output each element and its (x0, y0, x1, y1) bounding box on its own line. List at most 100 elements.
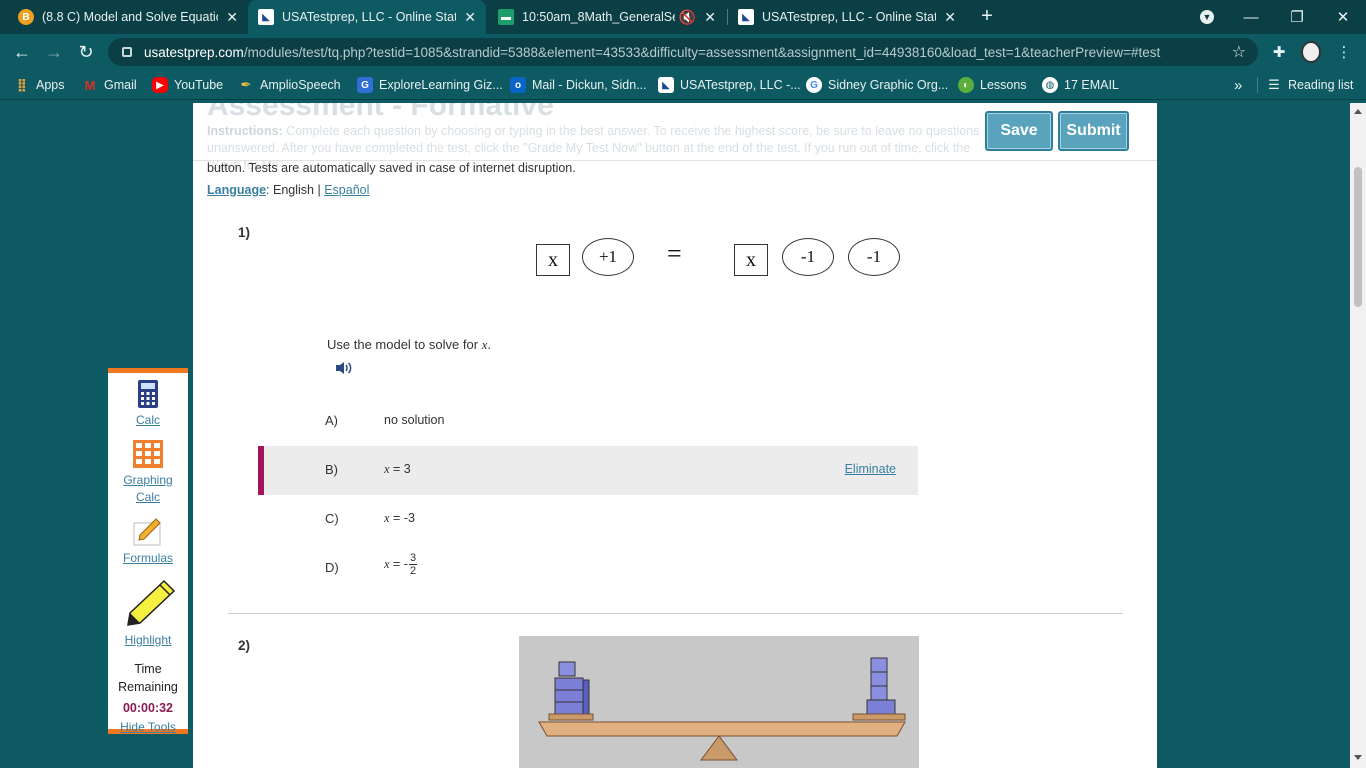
graphing-calculator-icon (133, 440, 163, 468)
fulcrum (700, 735, 738, 761)
close-tab-icon[interactable]: ✕ (944, 9, 956, 26)
choice-value: = - (389, 556, 408, 571)
eliminate-link[interactable]: Eliminate (845, 462, 896, 476)
equals-sign: = (667, 239, 682, 268)
choice-letter: C) (325, 511, 339, 526)
bookmark-sidney-graphic[interactable]: G Sidney Graphic Org... (806, 75, 948, 95)
formulas-label: Formulas (122, 551, 173, 565)
bookmark-ampliospeech[interactable]: ✒ AmplioSpeech (238, 75, 341, 95)
menu-kebab-icon[interactable]: ⋮ (1334, 42, 1354, 62)
usatestprep-favicon: ◣ (738, 9, 754, 25)
bookmarks-separator (1257, 77, 1258, 93)
language-current: English (273, 183, 314, 197)
tab-title: USATestprep, LLC - Online State- (282, 10, 457, 24)
choice-text: x = -3 (384, 511, 415, 526)
tab-title: USATestprep, LLC - Online State- (762, 10, 937, 24)
brainpop-favicon: B (18, 9, 34, 25)
unit-tile-negative: -1 (848, 238, 900, 276)
tab-title: 10:50am_8Math_GeneralSess (522, 10, 675, 24)
outlook-icon: o (510, 77, 526, 93)
bookmark-apps[interactable]: ⣿ Apps (14, 75, 65, 95)
language-separator: | (317, 183, 321, 197)
speaker-audio-icon[interactable] (334, 360, 354, 376)
choice-letter: B) (325, 462, 338, 477)
url-host: usatestprep.com (144, 44, 244, 60)
address-bar[interactable]: usatestprep.com/modules/test/tq.php?test… (108, 38, 1258, 66)
balance-beam (538, 721, 906, 737)
bookmark-mail[interactable]: o Mail - Dickun, Sidn... (510, 75, 647, 95)
youtube-icon: ▶ (152, 77, 168, 93)
bookmarks-bar: ⣿ Apps M Gmail ▶ YouTube ✒ AmplioSpeech … (0, 70, 1366, 100)
answer-choice-c[interactable]: C) x = -3 (258, 495, 918, 544)
time-remaining-label-line1: Time (134, 662, 162, 676)
bookmarks-overflow-chevron-icon[interactable]: » (1234, 75, 1242, 95)
x-tile: x (734, 244, 768, 276)
page-title: Assessment - Formative (207, 103, 554, 122)
mute-tab-icon[interactable]: 🔇 (679, 9, 696, 26)
forward-arrow-icon[interactable]: → (42, 40, 66, 64)
left-tile-stack (548, 661, 594, 721)
profile-avatar-icon[interactable] (1301, 41, 1321, 63)
bookmark-label: Mail - Dickun, Sidn... (532, 78, 647, 92)
answer-choice-a[interactable]: A) no solution (258, 397, 918, 446)
save-button[interactable]: Save (985, 111, 1053, 151)
calc-tool[interactable]: Calc (108, 379, 188, 429)
fraction-denominator: 2 (409, 565, 417, 577)
submit-button[interactable]: Submit (1058, 111, 1129, 151)
tab-title: (8.8 C) Model and Solve Equation (42, 10, 219, 24)
close-tab-icon[interactable]: ✕ (464, 9, 476, 26)
extensions-puzzle-icon[interactable]: ✚ (1269, 42, 1289, 62)
page-scrollbar[interactable] (1350, 103, 1366, 768)
minimize-icon[interactable]: — (1228, 0, 1274, 34)
scroll-down-arrow-icon[interactable] (1354, 755, 1362, 760)
bookmark-youtube[interactable]: ▶ YouTube (152, 75, 223, 95)
close-window-icon[interactable]: ✕ (1320, 0, 1366, 34)
bookmark-label: Sidney Graphic Org... (828, 78, 949, 92)
choice-letter: A) (325, 413, 338, 428)
tab-1[interactable]: B (8.8 C) Model and Solve Equation ✕ (8, 0, 248, 34)
bookmark-17-email[interactable]: ◍ 17 EMAIL (1042, 75, 1119, 95)
bookmark-label: USATestprep, LLC -... (680, 78, 801, 92)
close-tab-icon[interactable]: ✕ (226, 9, 238, 26)
formulas-tool[interactable]: Formulas (108, 517, 188, 567)
balance-scale-illustration (538, 657, 906, 761)
bookmark-star-icon[interactable]: ☆ (1232, 42, 1246, 62)
reading-list-button[interactable]: ☰ Reading list (1266, 75, 1353, 95)
close-tab-icon[interactable]: ✕ (704, 9, 716, 26)
bookmark-explorelearning[interactable]: G ExploreLearning Giz... (357, 75, 503, 95)
language-espanol-link[interactable]: Español (324, 183, 369, 197)
bookmark-label: Gmail (104, 78, 137, 92)
tab-strip: B (8.8 C) Model and Solve Equation ✕ ◣ U… (0, 0, 1366, 34)
scroll-thumb[interactable] (1354, 167, 1362, 307)
x-tile: x (536, 244, 570, 276)
pencil-paper-icon (133, 518, 161, 546)
new-tab-button[interactable]: + (976, 5, 998, 27)
answer-choice-d[interactable]: D) x = -32 (258, 544, 918, 593)
fraction: 32 (408, 552, 418, 577)
bookmark-label: AmplioSpeech (260, 78, 341, 92)
hide-tools-link[interactable]: Hide Tools (108, 720, 188, 734)
graphing-calc-tool[interactable]: Graphing Calc (108, 439, 188, 506)
tab-4[interactable]: ◣ USATestprep, LLC - Online State- ✕ (728, 0, 966, 34)
url-path: /modules/test/tq.php?testid=1085&strandi… (243, 44, 1161, 60)
bookmark-usatestprep[interactable]: ◣ USATestprep, LLC -... (658, 75, 801, 95)
bookmark-lessons[interactable]: ◐ Lessons (958, 75, 1027, 95)
balance-scale-image (519, 636, 919, 768)
bookmark-label: Lessons (980, 78, 1027, 92)
calculator-icon (138, 380, 158, 408)
highlight-tool[interactable]: Highlight (108, 579, 188, 649)
usatestprep-favicon: ◣ (658, 77, 674, 93)
tab-2-active[interactable]: ◣ USATestprep, LLC - Online State- ✕ (248, 0, 486, 34)
restore-icon[interactable]: ❐ (1274, 0, 1320, 34)
tab-search-icon[interactable]: ▼ (1184, 0, 1230, 34)
prompt-text: Use the model to solve for (327, 337, 482, 352)
answer-choice-b-selected[interactable]: B) x = 3 Eliminate (258, 446, 918, 495)
choice-letter: D) (325, 560, 339, 575)
scroll-up-arrow-icon[interactable] (1354, 109, 1362, 114)
tab-3[interactable]: ▬ 10:50am_8Math_GeneralSess 🔇 ✕ (488, 0, 726, 34)
bookmark-gmail[interactable]: M Gmail (82, 75, 137, 95)
meet-favicon: ▬ (498, 9, 514, 25)
back-arrow-icon[interactable]: ← (10, 40, 34, 64)
reload-icon[interactable]: ↻ (74, 40, 98, 64)
language-label: Language (207, 183, 267, 197)
